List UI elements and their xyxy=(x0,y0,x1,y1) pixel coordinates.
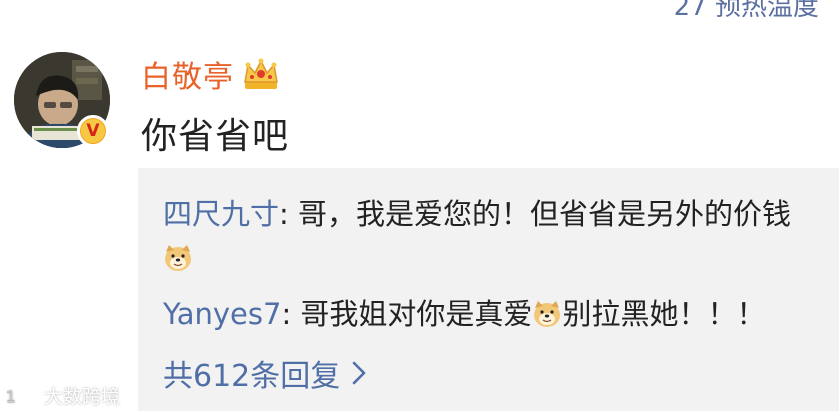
reply-item[interactable]: Yanyes7: 哥我姐对你是真爱 别拉黑她！！！ xyxy=(163,292,803,336)
crown-icon[interactable] xyxy=(242,57,280,91)
doge-emoji-icon xyxy=(534,301,561,327)
comment-text: 你省省吧 xyxy=(141,116,290,157)
doge-emoji-icon xyxy=(165,245,191,271)
more-replies-link[interactable]: 共612条回复 xyxy=(163,351,366,395)
reply-author[interactable]: 四尺九寸 xyxy=(163,197,279,231)
reply-author[interactable]: Yanyes7 xyxy=(163,297,281,331)
verified-badge: V xyxy=(77,115,109,147)
reply-text: : 哥，我是爱您的！但省省是另外的价钱 xyxy=(279,197,792,231)
reply-item[interactable]: 四尺九寸: 哥，我是爱您的！但省省是另外的价钱 xyxy=(163,192,803,280)
reply-text-tail: 别拉黑她！！！ xyxy=(562,297,766,331)
chevron-right-icon[interactable] xyxy=(352,361,366,385)
watermark: 1 大数跨境 xyxy=(6,382,120,409)
top-link-text[interactable]: 27 预热温度 xyxy=(674,0,819,23)
verified-v-icon: V xyxy=(81,119,105,143)
watermark-logo-icon: 1 xyxy=(6,387,39,406)
replies-box[interactable]: 四尺九寸: 哥，我是爱您的！但省省是另外的价钱 Yanyes7: 哥我姐对你是真… xyxy=(138,168,839,411)
svg-text:1: 1 xyxy=(6,388,16,406)
user-avatar-container[interactable]: V xyxy=(14,52,110,148)
username[interactable]: 白敬亭 xyxy=(141,52,234,96)
watermark-text: 大数跨境 xyxy=(44,386,121,408)
weibo-comment-page: 27 预热温度 V 白敬亭 你省省吧 四尺九寸: 哥，我是爱您的！但省省是另外的… xyxy=(0,0,839,411)
reply-text: : 哥我姐对你是真爱 xyxy=(281,297,533,331)
username-row: 白敬亭 xyxy=(141,52,280,96)
more-replies-label[interactable]: 共612条回复 xyxy=(163,351,340,395)
